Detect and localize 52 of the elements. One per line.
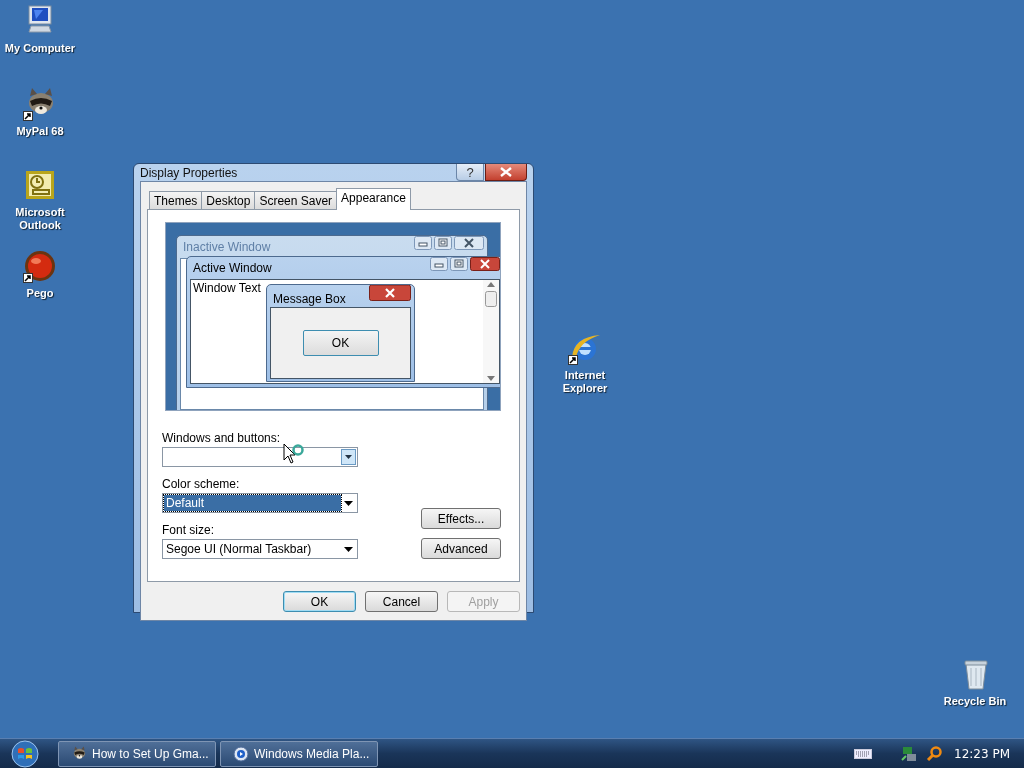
media-player-icon: [233, 745, 249, 762]
scroll-up-icon: [487, 282, 495, 287]
field-label: Color scheme:: [162, 477, 241, 491]
maximize-icon: [450, 257, 468, 271]
window-title: Inactive Window: [183, 240, 271, 254]
field-label: Windows and buttons:: [162, 431, 282, 445]
tab[interactable]: Appearance: [336, 188, 411, 210]
tab[interactable]: Desktop: [201, 191, 256, 209]
ok-button[interactable]: OK: [302, 330, 379, 356]
dropdown[interactable]: Default: [162, 493, 358, 513]
shortcut-arrow-icon: [23, 273, 33, 283]
scroll-down-icon: [487, 376, 495, 381]
close-icon: [369, 285, 411, 301]
desktop-shortcut[interactable]: Recycle Bin: [935, 655, 1015, 708]
dropdown[interactable]: [162, 447, 358, 467]
minimize-icon: [414, 236, 432, 250]
outlook-icon: [23, 168, 57, 202]
shortcut-arrow-icon: [23, 111, 33, 121]
close-icon: [454, 236, 484, 250]
window-title: Message Box: [273, 292, 346, 306]
tab[interactable]: Themes: [149, 191, 203, 209]
window-title: Active Window: [193, 261, 272, 275]
tab[interactable]: Screen Saver: [254, 191, 338, 209]
maximize-icon: [434, 236, 452, 250]
desktop-shortcut[interactable]: MyPal 68: [0, 85, 80, 138]
minimize-icon: [430, 257, 448, 271]
ball-icon: [23, 249, 57, 283]
button[interactable]: Cancel: [365, 591, 438, 612]
search-icon[interactable]: [926, 745, 942, 762]
windows-orb-icon: [11, 739, 39, 768]
desktop-shortcut[interactable]: Microsoft Outlook: [0, 166, 80, 232]
dropdown[interactable]: Segoe UI (Normal Taskbar): [162, 539, 358, 559]
desktop-shortcut[interactable]: Internet Explorer: [545, 329, 625, 395]
window-text: Window Text: [192, 280, 262, 296]
help-button[interactable]: ?: [456, 164, 484, 181]
taskbar-button[interactable]: How to Set Up Gma...: [58, 740, 216, 767]
shortcut-arrow-icon: [568, 355, 578, 365]
window-title: Display Properties: [140, 165, 238, 180]
close-button[interactable]: [485, 164, 527, 181]
desktop-shortcut[interactable]: Pego: [0, 247, 80, 300]
close-icon: [499, 167, 513, 177]
button[interactable]: Effects...: [421, 508, 501, 529]
button[interactable]: OK: [283, 591, 356, 612]
network-icon[interactable]: [901, 745, 917, 762]
raccoon-icon: [71, 745, 87, 762]
button[interactable]: Advanced: [421, 538, 501, 559]
desktop-shortcut[interactable]: My Computer: [0, 2, 80, 55]
taskbar-button[interactable]: Windows Media Pla...: [220, 740, 378, 767]
field-label: Font size:: [162, 523, 216, 537]
clock: 12:23 PM: [954, 746, 1010, 761]
keyboard-icon[interactable]: [854, 748, 872, 759]
close-icon: [470, 257, 500, 271]
